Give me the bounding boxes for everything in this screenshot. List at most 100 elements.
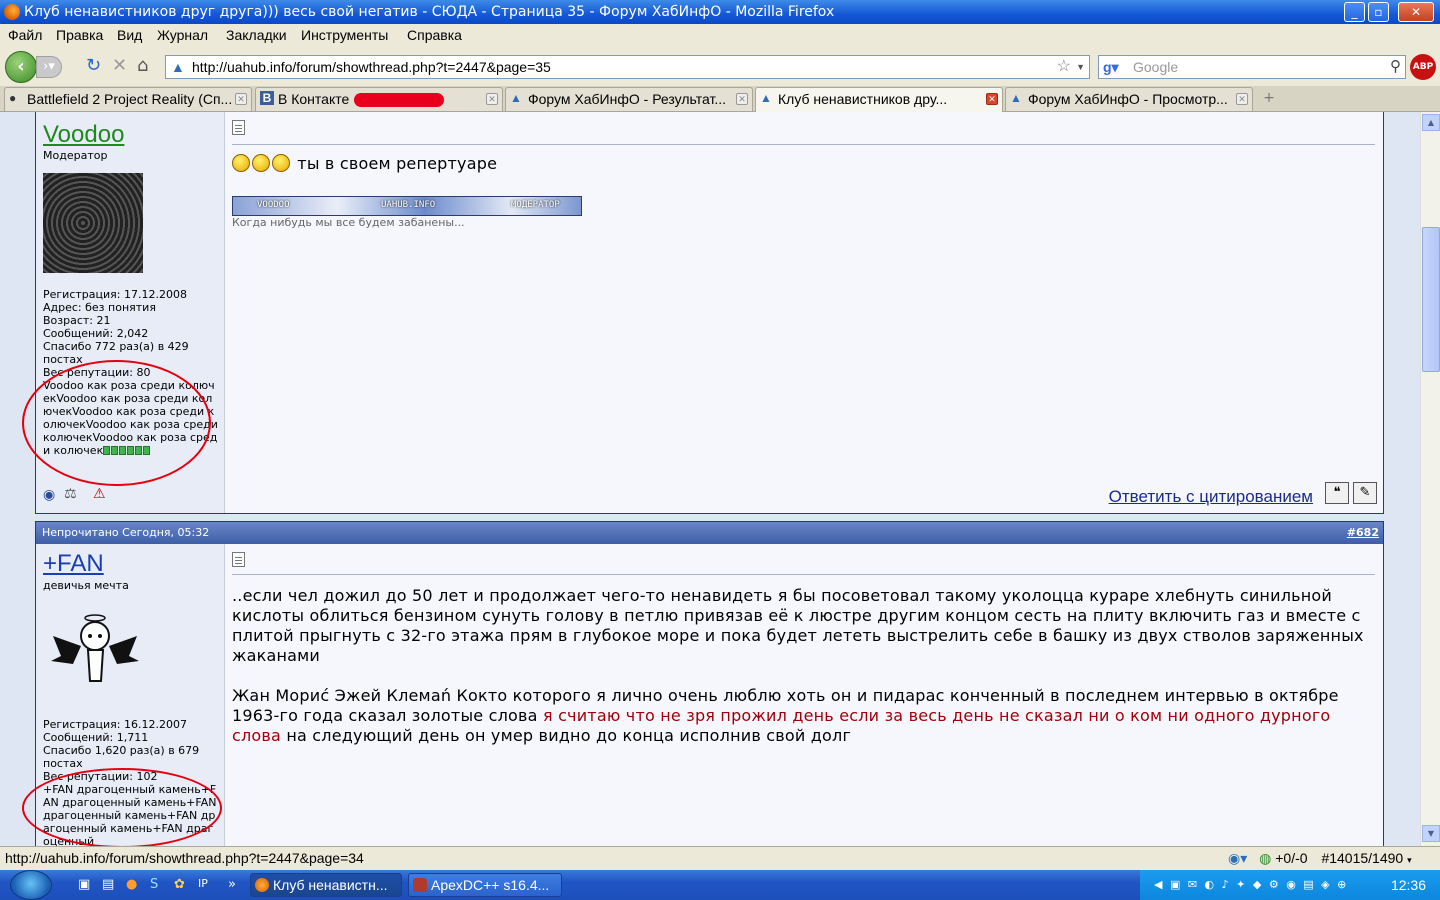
close-tab-icon[interactable]: ✕ [1236, 93, 1248, 105]
avatar[interactable] [43, 606, 143, 706]
tab-vkontakte[interactable]: B В Контакте ✕ [255, 87, 503, 111]
status-bar: http://uahub.info/forum/showthread.php?t… [0, 846, 1440, 870]
menu-help[interactable]: Справка [407, 27, 462, 43]
banner-text: МОДЕРАТОР [511, 200, 560, 210]
site-favicon-icon: ▲ [171, 59, 185, 75]
menu-tools[interactable]: Инструменты [301, 27, 388, 43]
tab-forum-view[interactable]: ▲ Форум ХабИнфО - Просмотр... ✕ [1005, 87, 1253, 111]
home-icon[interactable]: ⌂ [137, 56, 148, 76]
new-tab-button[interactable]: + [1254, 87, 1284, 111]
reply-with-quote-link[interactable]: Ответить с цитированием [1109, 487, 1313, 507]
tab-forum-results[interactable]: ▲ Форум ХабИнфО - Результат... ✕ [505, 87, 753, 111]
scroll-down-arrow[interactable]: ▼ [1422, 825, 1440, 842]
post-document-icon [232, 120, 245, 135]
system-tray: ◀ ▣ ✉ ◐ ♪ ✦ ◆ ⚙ ◉ ▤ ◈ ⊕ 12:36 [1140, 870, 1440, 900]
adblock-plus-icon[interactable]: ABP [1410, 54, 1436, 80]
save-icon[interactable]: ▤ [102, 877, 114, 892]
scroll-thumb[interactable] [1422, 227, 1440, 372]
redaction-mark [354, 93, 444, 107]
post-number-link[interactable]: #682 [1347, 522, 1379, 544]
start-button[interactable] [10, 870, 52, 900]
tray-icons[interactable]: ◀ ▣ ✉ ◐ ♪ ✦ ◆ ⚙ ◉ ▤ ◈ ⊕ [1154, 878, 1348, 891]
reload-icon[interactable]: ↻ [86, 56, 101, 76]
menu-view[interactable]: Вид [117, 27, 142, 43]
reputation-scale-icon[interactable]: ⚖ [64, 486, 77, 502]
stop-icon[interactable]: ✕ [112, 56, 127, 76]
minimize-button[interactable]: _ [1344, 2, 1365, 22]
menu-bookmarks[interactable]: Закладки [226, 27, 287, 43]
forward-button[interactable]: ›▾ [36, 56, 62, 78]
firefox-quicklaunch-icon[interactable]: ● [126, 877, 137, 892]
edit-post-icon[interactable]: ✎ [1353, 482, 1377, 504]
ip-tool-icon[interactable]: IP [198, 877, 208, 890]
scroll-up-arrow[interactable]: ▲ [1422, 114, 1440, 131]
post-user-panel: Voodoo Модератор Регистрация: 17.12.2008… [22, 112, 225, 513]
user-info-line: Адрес: без понятия [43, 301, 156, 314]
skype-icon[interactable]: S [150, 877, 158, 892]
search-input[interactable]: g▾ Google ⚲ [1098, 55, 1406, 79]
taskbar-apexdc[interactable]: ApexDC++ s16.4... [408, 873, 562, 897]
battlefield-favicon-icon: ● [9, 91, 17, 105]
menu-bar: Файл Правка Вид Журнал Закладки Инструме… [0, 24, 1440, 46]
firefox-icon [255, 878, 269, 892]
report-post-icon[interactable]: ⚠ [93, 486, 106, 502]
forum-post: Voodoo Модератор Регистрация: 17.12.2008… [22, 112, 1384, 514]
username-link[interactable]: Voodoo [43, 121, 124, 149]
username-link[interactable]: +FAN [43, 550, 104, 578]
taskbar-label: Клуб ненавистн... [273, 877, 388, 893]
menu-edit[interactable]: Правка [56, 27, 103, 43]
avatar[interactable] [43, 173, 143, 273]
taskbar-firefox[interactable]: Клуб ненавистн... [250, 873, 402, 897]
window-title: Клуб ненавистников друг друга))) весь св… [24, 4, 835, 20]
close-tab-icon[interactable]: ✕ [235, 93, 247, 105]
desktop-icon[interactable]: ▣ [78, 877, 90, 892]
user-info-line: Возраст: 21 [43, 314, 111, 327]
menu-history[interactable]: Журнал [157, 27, 208, 43]
post-user-panel: +FAN девичья мечта Регистрация: 16.12.20… [22, 544, 225, 846]
status-right: ◉▾ ◍ +0/-0 #14015/1490 ▾ [1228, 847, 1412, 871]
paragraph-text: на следующий день он умер видно до конца… [286, 726, 852, 745]
close-tab-icon[interactable]: ✕ [486, 93, 498, 105]
tab-hate-club[interactable]: ▲ Клуб ненавистников дру... ✕ [755, 87, 1003, 112]
url-bar[interactable]: ▲ http://uahub.info/forum/showthread.php… [165, 55, 1090, 79]
url-text: http://uahub.info/forum/showthread.php?t… [192, 59, 551, 75]
post-message: ..если чел дожил до 50 лет и продолжает … [232, 586, 1375, 746]
smiley-icon [272, 154, 290, 172]
smiley-icon [252, 154, 270, 172]
divider [232, 574, 1375, 575]
status-counters: +0/-0 [1275, 850, 1308, 866]
menu-file[interactable]: Файл [8, 27, 42, 43]
signature-banner: VOODOO UAHUB.INFO МОДЕРАТОР [232, 196, 582, 216]
icq-icon[interactable]: ✿ [174, 877, 185, 892]
navigation-toolbar: ‹ ›▾ ↻ ✕ ⌂ ▲ http://uahub.info/forum/sho… [0, 46, 1440, 86]
close-window-button[interactable]: ✕ [1398, 2, 1434, 22]
vertical-scrollbar[interactable]: ▲ ▼ [1420, 112, 1440, 846]
search-icon[interactable]: ⚲ [1390, 56, 1401, 78]
user-title: Модератор [43, 149, 108, 162]
close-tab-icon[interactable]: ✕ [986, 93, 998, 105]
tab-battlefield[interactable]: ● Battlefield 2 Project Reality (Сп... ✕ [4, 87, 252, 111]
tab-label: Форум ХабИнфО - Просмотр... [1028, 91, 1228, 107]
user-info-line: Спасибо 1,620 раз(а) в 679 постах [43, 744, 200, 770]
multi-quote-icon[interactable]: ❝ [1325, 482, 1349, 504]
google-engine-icon[interactable]: g▾ [1103, 59, 1119, 75]
back-button[interactable]: ‹ [5, 51, 37, 83]
status-dropdown-icon[interactable]: ▾ [1407, 855, 1412, 865]
signature-text: Когда нибудь мы все будем забанены... [232, 216, 465, 229]
user-info-line: Сообщений: 2,042 [43, 327, 149, 340]
user-info-line: Сообщений: 1,711 [43, 731, 149, 744]
post-header: Непрочитано Сегодня, 05:32 #682 [36, 522, 1383, 544]
red-circle-annotation [22, 768, 222, 846]
clock[interactable]: 12:36 [1391, 870, 1426, 900]
post-message-panel: ..если чел дожил до 50 лет и продолжает … [226, 544, 1383, 846]
addon-status-icon[interactable]: ◉▾ [1228, 850, 1247, 866]
bookmark-star-icon[interactable]: ☆ [1057, 56, 1071, 78]
forum-post: Непрочитано Сегодня, 05:32 #682 +FAN дев… [22, 521, 1384, 846]
offline-status-icon: ◉ [43, 487, 56, 503]
maximize-button[interactable]: ▫ [1368, 2, 1389, 22]
close-tab-icon[interactable]: ✕ [736, 93, 748, 105]
quicklaunch-more-icon[interactable]: » [228, 877, 236, 892]
tab-label: Battlefield 2 Project Reality (Сп... [27, 91, 233, 107]
url-dropdown-icon[interactable]: ▼ [1076, 56, 1085, 78]
forum-favicon-icon: ▲ [760, 91, 772, 105]
